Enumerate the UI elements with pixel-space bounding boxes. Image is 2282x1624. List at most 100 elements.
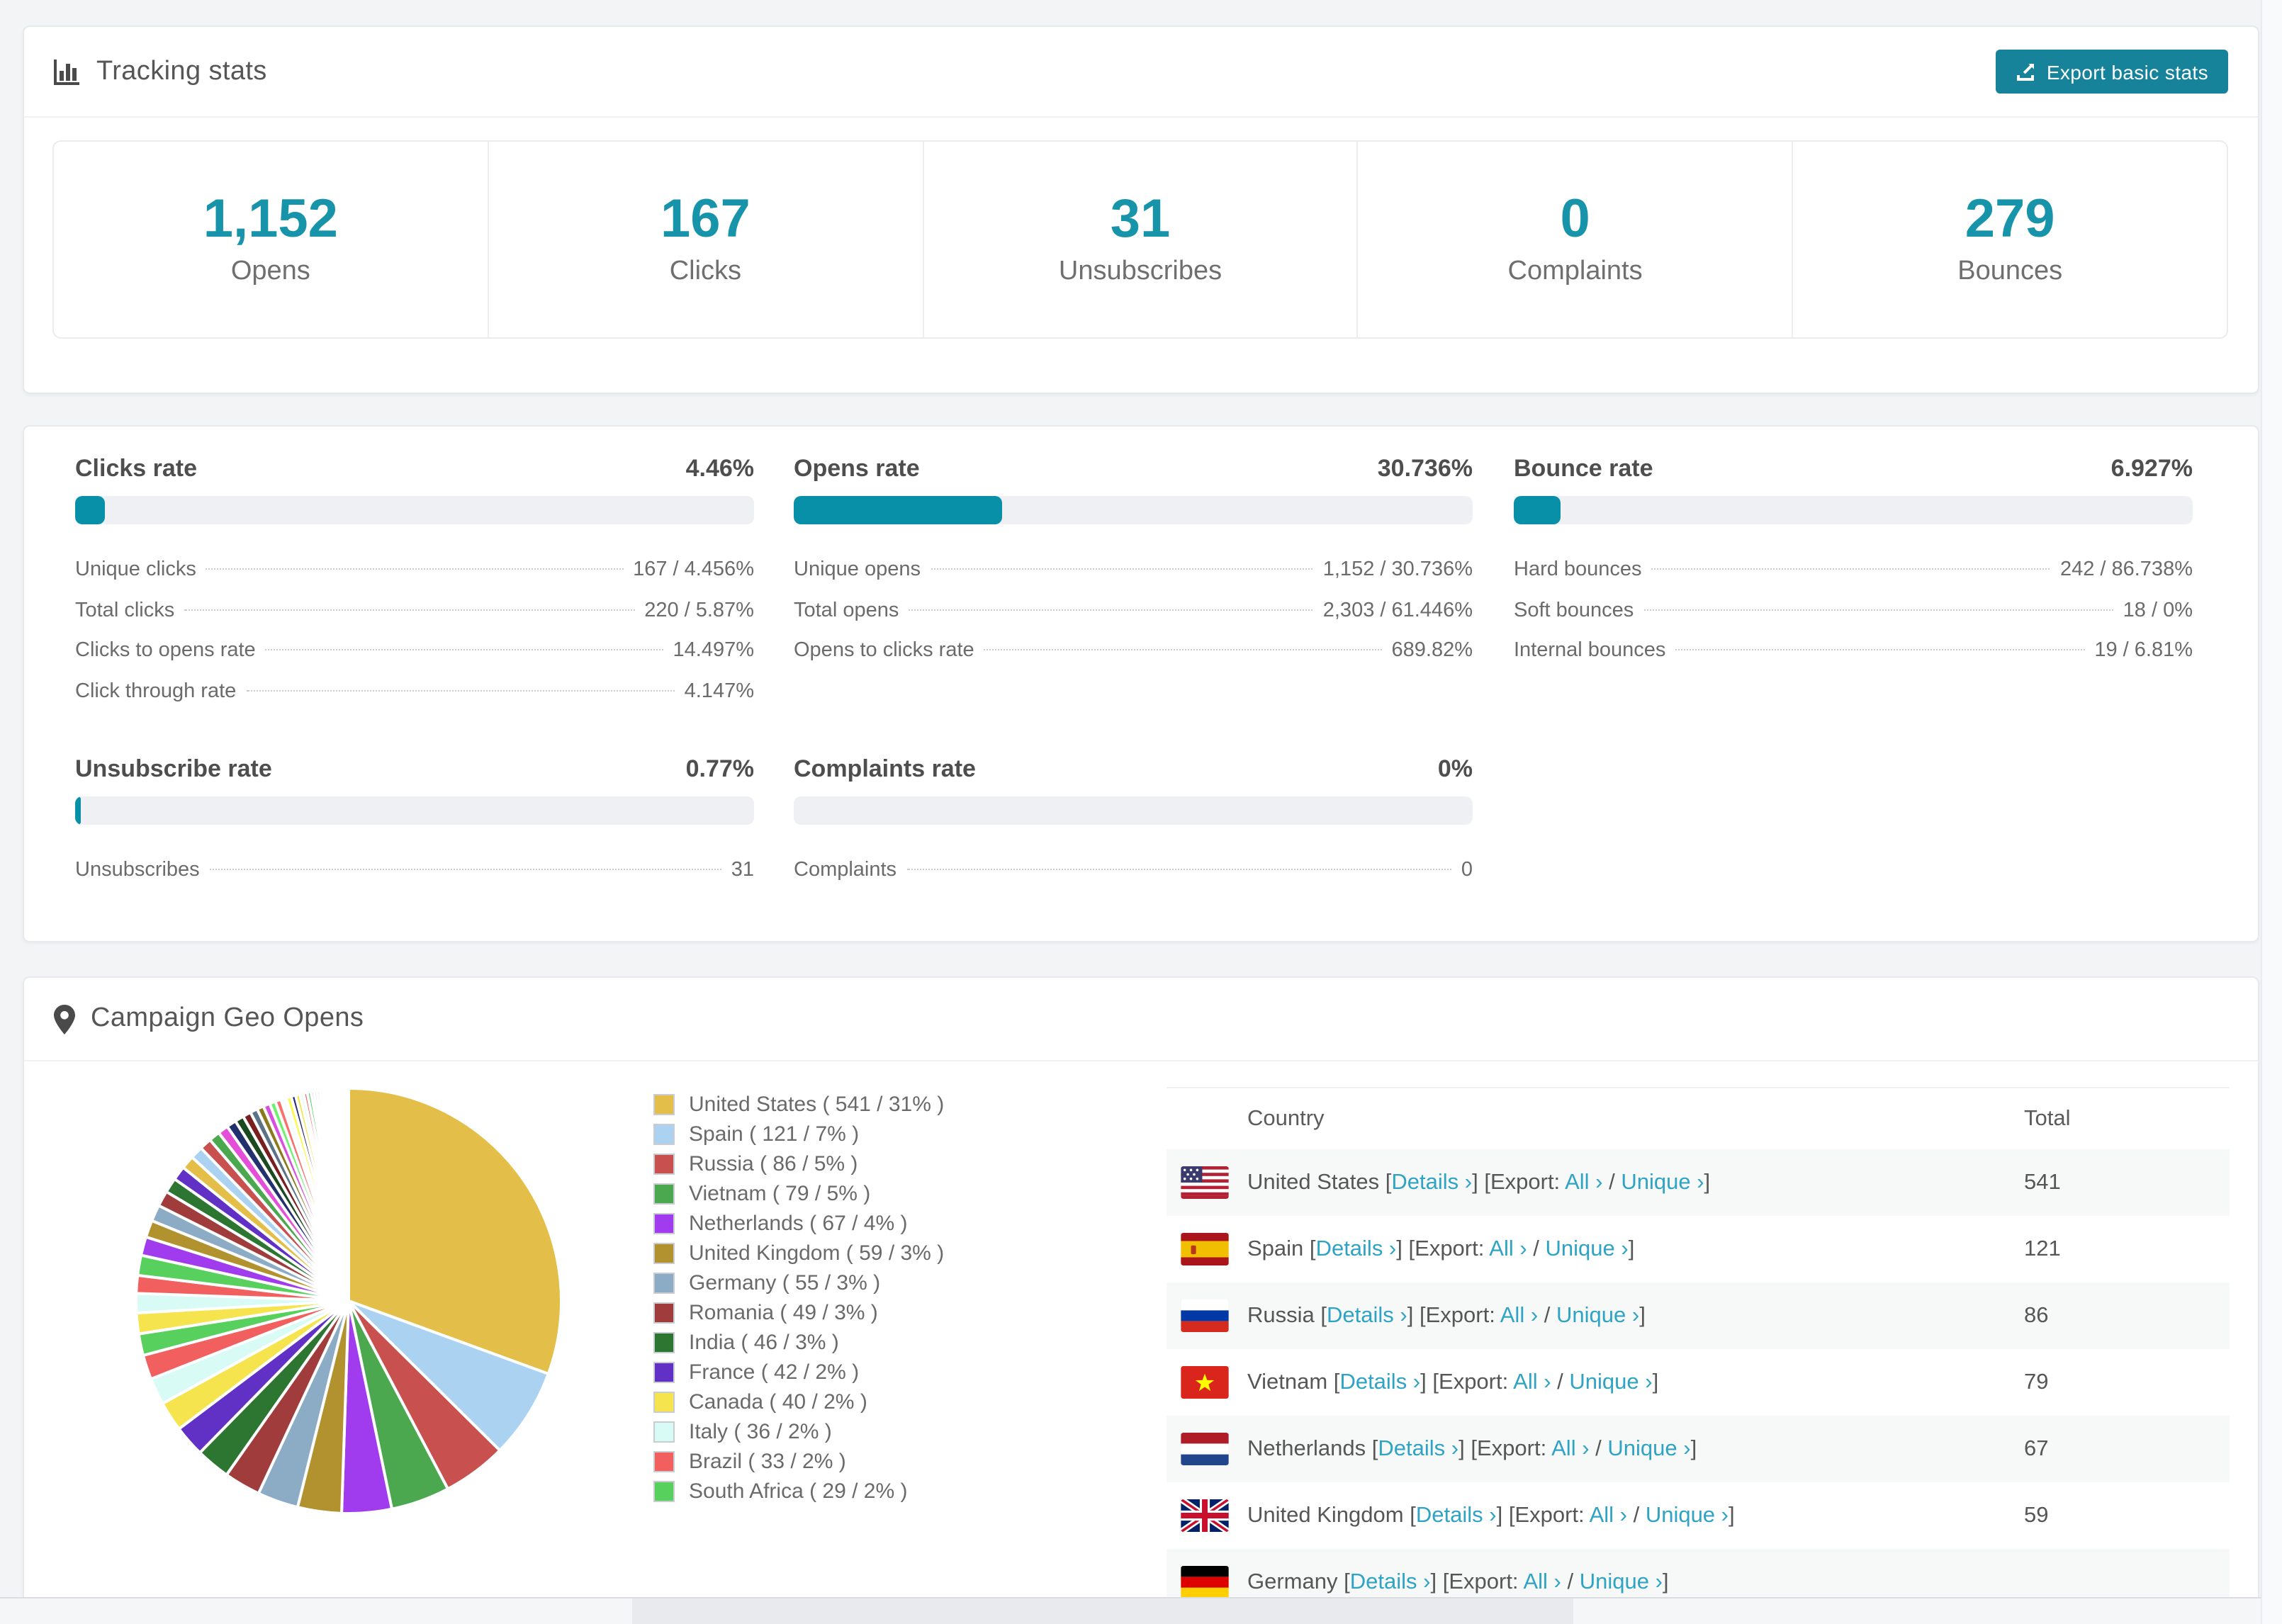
geo-table-row-gb: United Kingdom [Details ›] [Export: All … xyxy=(1167,1482,2230,1549)
legend-item: Germany ( 55 / 3% ) xyxy=(653,1268,944,1298)
bracket-text: [Export: xyxy=(1471,1436,1552,1460)
rate-row-label: Total clicks xyxy=(75,599,175,621)
export-all-link[interactable]: All › xyxy=(1513,1370,1551,1394)
rate-row-value: 2,303 / 61.446% xyxy=(1322,599,1473,621)
vertical-scrollbar-track[interactable] xyxy=(2261,0,2282,1624)
geo-row-text: Vietnam [Details ›] [Export: All › / Uni… xyxy=(1247,1370,1658,1395)
bracket-text: ] xyxy=(1458,1436,1471,1460)
rate-value: 0% xyxy=(1437,755,1473,782)
flag-netherlands-icon xyxy=(1181,1433,1229,1465)
geo-table-header-row: Country Total xyxy=(1167,1088,2230,1149)
country-name: Netherlands xyxy=(1247,1436,1366,1460)
bracket-text: ] xyxy=(1652,1370,1659,1394)
legend-label: Vietnam ( 79 / 5% ) xyxy=(689,1182,871,1206)
rate-title: Clicks rate xyxy=(75,455,197,482)
horizontal-scrollbar-track[interactable] xyxy=(0,1597,2282,1624)
rate-row: Hard bounces 242 / 86.738% xyxy=(1514,558,2193,599)
legend-label: Italy ( 36 / 2% ) xyxy=(689,1420,832,1444)
dotted-leader xyxy=(265,649,663,650)
geo-row-text: United Kingdom [Details ›] [Export: All … xyxy=(1247,1503,1735,1528)
rate-rows: Hard bounces 242 / 86.738% Soft bounces 18 … xyxy=(1514,558,2193,680)
legend-item: United States ( 541 / 31% ) xyxy=(653,1090,944,1120)
rate-row: Opens to clicks rate 689.82% xyxy=(794,639,1473,680)
export-unique-link[interactable]: Unique › xyxy=(1580,1569,1663,1594)
bracket-text: ] xyxy=(1420,1370,1433,1394)
export-unique-link[interactable]: Unique › xyxy=(1556,1303,1639,1327)
map-pin-icon xyxy=(54,1004,75,1034)
geo-row-total: 541 xyxy=(2024,1170,2061,1194)
legend-swatch xyxy=(653,1213,675,1234)
rate-row: Clicks to opens rate 14.497% xyxy=(75,639,754,680)
rate-row-value: 689.82% xyxy=(1391,639,1473,662)
export-basic-stats-button[interactable]: Export basic stats xyxy=(1995,50,2228,94)
export-all-link[interactable]: All › xyxy=(1551,1436,1589,1460)
geo-opens-title-text: Campaign Geo Opens xyxy=(91,1003,364,1033)
bracket-text: [Export: xyxy=(1508,1503,1590,1527)
geo-table-row-ru: Russia [Details ›] [Export: All › / Uniq… xyxy=(1167,1282,2230,1349)
horizontal-scrollbar-thumb[interactable] xyxy=(632,1598,1573,1624)
legend-item: Romania ( 49 / 3% ) xyxy=(653,1298,944,1328)
details-link[interactable]: Details › xyxy=(1416,1503,1497,1527)
geo-row-total: 59 xyxy=(2024,1503,2049,1527)
legend-swatch xyxy=(653,1124,675,1145)
geo-row-total: 121 xyxy=(2024,1236,2061,1261)
bracket-text: / xyxy=(1589,1436,1608,1460)
export-icon xyxy=(2016,62,2035,81)
legend-item: Italy ( 36 / 2% ) xyxy=(653,1417,944,1447)
rate-row-value: 0 xyxy=(1461,859,1473,881)
bracket-text: ] xyxy=(1628,1236,1635,1261)
stat-value: 0 xyxy=(1560,190,1590,250)
stat-value: 31 xyxy=(1110,190,1171,250)
tracking-stats-header: Tracking stats Export basic stats xyxy=(24,27,2258,118)
details-link[interactable]: Details › xyxy=(1339,1370,1420,1394)
stat-cell-complaints: 0 Complaints xyxy=(1359,142,1794,337)
export-all-link[interactable]: All › xyxy=(1565,1170,1602,1194)
stat-label: Bounces xyxy=(1957,256,2063,286)
details-link[interactable]: Details › xyxy=(1391,1170,1472,1194)
legend-swatch xyxy=(653,1421,675,1443)
export-unique-link[interactable]: Unique › xyxy=(1569,1370,1652,1394)
export-all-link[interactable]: All › xyxy=(1500,1303,1538,1327)
dotted-leader xyxy=(1643,609,2113,610)
legend-swatch xyxy=(653,1154,675,1175)
legend-label: South Africa ( 29 / 2% ) xyxy=(689,1479,908,1504)
export-all-link[interactable]: All › xyxy=(1523,1569,1561,1594)
details-link[interactable]: Details › xyxy=(1327,1303,1407,1327)
rate-row: Unique clicks 167 / 4.456% xyxy=(75,558,754,599)
stat-cell-bounces: 279 Bounces xyxy=(1793,142,2227,337)
stat-cell-unsubscribes: 31 Unsubscribes xyxy=(923,142,1359,337)
export-unique-link[interactable]: Unique › xyxy=(1646,1503,1729,1527)
dotted-leader xyxy=(984,649,1382,650)
rate-row: Total opens 2,303 / 61.446% xyxy=(794,599,1473,639)
geo-opens-pie-chart xyxy=(122,1074,575,1528)
tracking-stats-card: Tracking stats Export basic stats 1,152 O… xyxy=(23,26,2259,394)
details-link[interactable]: Details › xyxy=(1378,1436,1458,1460)
campaign-geo-opens-card: Campaign Geo Opens United States ( 541 /… xyxy=(23,976,2259,1601)
rate-group-unsubscribe-rate: Unsubscribe rate 0.77% Unsubscribes 31 xyxy=(75,755,754,899)
export-unique-link[interactable]: Unique › xyxy=(1546,1236,1629,1261)
rate-row-label: Unique opens xyxy=(794,558,921,581)
rates-card: Clicks rate 4.46% Unique clicks 167 / 4.456… xyxy=(23,425,2259,942)
legend-label: Germany ( 55 / 3% ) xyxy=(689,1271,881,1295)
legend-swatch xyxy=(653,1451,675,1472)
export-all-link[interactable]: All › xyxy=(1489,1236,1527,1261)
rate-row-label: Hard bounces xyxy=(1514,558,1642,581)
bracket-text: ] xyxy=(1662,1569,1669,1594)
export-unique-link[interactable]: Unique › xyxy=(1621,1170,1704,1194)
export-all-link[interactable]: All › xyxy=(1590,1503,1627,1527)
progress-bar-track xyxy=(1514,496,2193,524)
details-link[interactable]: Details › xyxy=(1350,1569,1431,1594)
bracket-text: [ xyxy=(1379,1170,1392,1194)
details-link[interactable]: Details › xyxy=(1316,1236,1397,1261)
export-unique-link[interactable]: Unique › xyxy=(1607,1436,1690,1460)
legend-label: Canada ( 40 / 2% ) xyxy=(689,1390,867,1414)
geo-table-row-vn: Vietnam [Details ›] [Export: All › / Uni… xyxy=(1167,1349,2230,1416)
stat-cell-clicks: 167 Clicks xyxy=(489,142,924,337)
legend-swatch xyxy=(653,1273,675,1294)
rate-row-value: 1,152 / 30.736% xyxy=(1322,558,1473,581)
bracket-text: / xyxy=(1626,1503,1646,1527)
rate-row-value: 19 / 6.81% xyxy=(2094,639,2193,662)
rate-title: Bounce rate xyxy=(1514,455,1653,482)
bracket-text: ] xyxy=(1430,1569,1443,1594)
bar-chart-icon xyxy=(54,58,81,85)
